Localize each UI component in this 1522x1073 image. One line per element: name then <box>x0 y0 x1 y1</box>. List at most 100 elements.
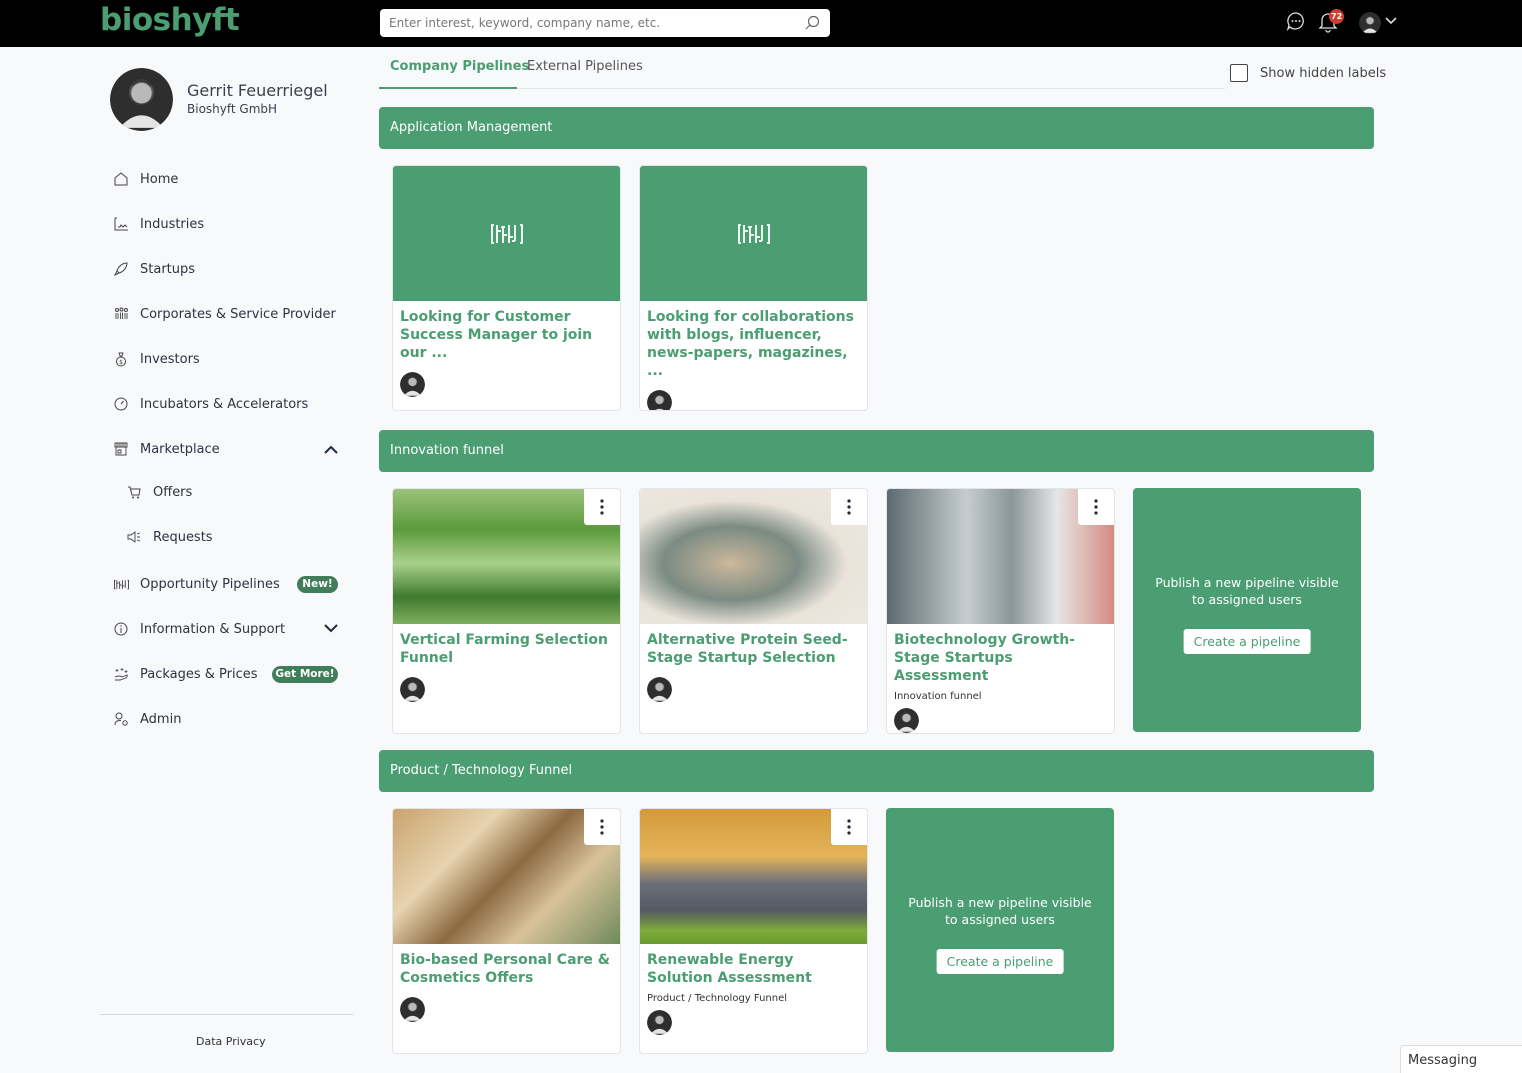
sidebar-item-offers[interactable]: Offers <box>125 481 192 503</box>
show-hidden-labels-checkbox[interactable] <box>1230 64 1248 82</box>
card-hero <box>640 166 867 301</box>
new-badge: New! <box>297 576 338 593</box>
chevron-down-icon[interactable] <box>1385 17 1397 25</box>
sidebar-item-opportunity-pipelines[interactable]: Opportunity Pipelines <box>112 573 280 595</box>
card-menu-button[interactable] <box>1078 489 1114 525</box>
pipeline-card[interactable]: Looking for Customer Success Manager to … <box>392 165 621 411</box>
tab-external-pipelines[interactable]: External Pipelines <box>527 59 643 74</box>
bioreactor-image <box>887 489 1114 624</box>
chevron-up-icon[interactable] <box>324 445 338 454</box>
create-pipeline-button[interactable]: Create a pipeline <box>1183 629 1311 654</box>
data-privacy-link[interactable]: Data Privacy <box>196 1035 266 1048</box>
bioshyft-logo[interactable]: bioshyft <box>100 2 240 38</box>
owner-avatar <box>647 390 672 411</box>
sidebar-item-label: Marketplace <box>140 441 220 457</box>
pipeline-card[interactable]: Bio-based Personal Care & Cosmetics Offe… <box>392 808 621 1054</box>
card-menu-button[interactable] <box>831 809 867 845</box>
sidebar-item-industries[interactable]: Industries <box>112 213 204 235</box>
pipeline-icon <box>491 223 523 245</box>
search-input[interactable] <box>380 9 790 37</box>
owner-avatar <box>400 372 425 397</box>
pipeline-card[interactable]: Vertical Farming Selection Funnel <box>392 488 621 734</box>
sidebar-item-information-support[interactable]: Information & Support <box>112 618 285 640</box>
megaphone-icon <box>125 528 143 546</box>
pipeline-icon <box>738 223 770 245</box>
pipeline-card[interactable]: Renewable Energy Solution Assessment Pro… <box>639 808 868 1054</box>
sidebar-item-admin[interactable]: Admin <box>112 708 181 730</box>
card-title[interactable]: Bio-based Personal Care & Cosmetics Offe… <box>393 944 620 987</box>
sidebar-item-label: Home <box>140 171 179 187</box>
owner-avatar <box>647 1010 672 1035</box>
sidebar-divider <box>100 1014 353 1015</box>
sparkle-hand-icon <box>112 665 130 683</box>
cart-icon <box>125 483 143 501</box>
pipeline-icon <box>112 575 130 593</box>
profile-avatar[interactable] <box>110 68 173 131</box>
speedometer-icon <box>112 395 130 413</box>
card-menu-button[interactable] <box>831 489 867 525</box>
tab-company-pipelines[interactable]: Company Pipelines <box>390 59 529 74</box>
user-avatar-menu[interactable] <box>1359 12 1381 34</box>
create-pipeline-card: Publish a new pipeline visible to assign… <box>886 808 1114 1052</box>
create-pipeline-button[interactable]: Create a pipeline <box>936 949 1064 974</box>
kebab-icon <box>847 499 851 515</box>
pipeline-card[interactable]: Biotechnology Growth-Stage Startups Asse… <box>886 488 1115 734</box>
vertical-farming-image <box>393 489 620 624</box>
chat-icon[interactable] <box>1286 11 1306 31</box>
sidebar-item-investors[interactable]: $ Investors <box>112 348 200 370</box>
sidebar-item-label: Incubators & Accelerators <box>140 396 309 412</box>
notification-badge: 72 <box>1329 9 1345 24</box>
kebab-icon <box>1094 499 1098 515</box>
pipeline-card[interactable]: Alternative Protein Seed-Stage Startup S… <box>639 488 868 734</box>
show-hidden-labels-label: Show hidden labels <box>1260 65 1387 81</box>
sidebar-item-marketplace[interactable]: Marketplace <box>112 438 220 460</box>
card-menu-button[interactable] <box>584 489 620 525</box>
sidebar-item-incubators[interactable]: Incubators & Accelerators <box>112 393 308 415</box>
card-title[interactable]: Looking for collaborations with blogs, i… <box>640 301 867 380</box>
money-bag-icon: $ <box>112 350 130 368</box>
rocket-icon <box>112 260 130 278</box>
cosmetics-image <box>393 809 620 944</box>
search-bar[interactable] <box>380 9 830 37</box>
kebab-icon <box>600 819 604 835</box>
chevron-down-icon[interactable] <box>324 624 338 633</box>
section-header-innovation-funnel[interactable]: Innovation funnel <box>379 430 1374 472</box>
search-icon[interactable] <box>804 15 820 31</box>
profile-company: Bioshyft GmbH <box>187 102 278 116</box>
pipeline-card[interactable]: Looking for collaborations with blogs, i… <box>639 165 868 411</box>
tab-divider <box>517 88 1225 89</box>
sidebar-item-packages-prices[interactable]: Packages & Prices <box>112 663 258 685</box>
protein-food-image <box>640 489 867 624</box>
messaging-panel-toggle[interactable]: Messaging <box>1400 1045 1522 1073</box>
active-tab-indicator <box>379 87 517 89</box>
sidebar-item-label: Industries <box>140 216 205 232</box>
owner-avatar <box>647 677 672 702</box>
card-title[interactable]: Biotechnology Growth-Stage Startups Asse… <box>887 624 1114 685</box>
create-pipeline-text: Publish a new pipeline visible to assign… <box>1155 575 1339 607</box>
profile-name[interactable]: Gerrit Feuerriegel <box>187 81 328 100</box>
sidebar-item-home[interactable]: Home <box>112 168 178 190</box>
kebab-icon <box>847 819 851 835</box>
create-pipeline-text: Publish a new pipeline visible to assign… <box>908 895 1092 927</box>
card-title[interactable]: Looking for Customer Success Manager to … <box>393 301 620 362</box>
section-header-application-management[interactable]: Application Management <box>379 107 1374 149</box>
sidebar-item-corporates[interactable]: Corporates & Service Provider <box>112 303 336 325</box>
sidebar-item-label: Admin <box>140 711 182 727</box>
card-title[interactable]: Vertical Farming Selection Funnel <box>393 624 620 667</box>
sidebar-item-label: Corporates & Service Provider <box>140 306 336 322</box>
sidebar-item-label: Information & Support <box>140 621 286 637</box>
card-hero <box>393 166 620 301</box>
card-title[interactable]: Alternative Protein Seed-Stage Startup S… <box>640 624 867 667</box>
sidebar-item-startups[interactable]: Startups <box>112 258 195 280</box>
home-icon <box>112 170 130 188</box>
show-hidden-labels-toggle[interactable]: Show hidden labels <box>1230 64 1386 82</box>
svg-text:$: $ <box>119 359 123 366</box>
get-more-badge[interactable]: Get More! <box>272 666 338 683</box>
card-title[interactable]: Renewable Energy Solution Assessment <box>640 944 867 987</box>
info-icon <box>112 620 130 638</box>
user-gear-icon <box>112 710 130 728</box>
card-menu-button[interactable] <box>584 809 620 845</box>
section-header-product-technology-funnel[interactable]: Product / Technology Funnel <box>379 750 1374 792</box>
sidebar-item-requests[interactable]: Requests <box>125 526 213 548</box>
solar-wind-image <box>640 809 867 944</box>
